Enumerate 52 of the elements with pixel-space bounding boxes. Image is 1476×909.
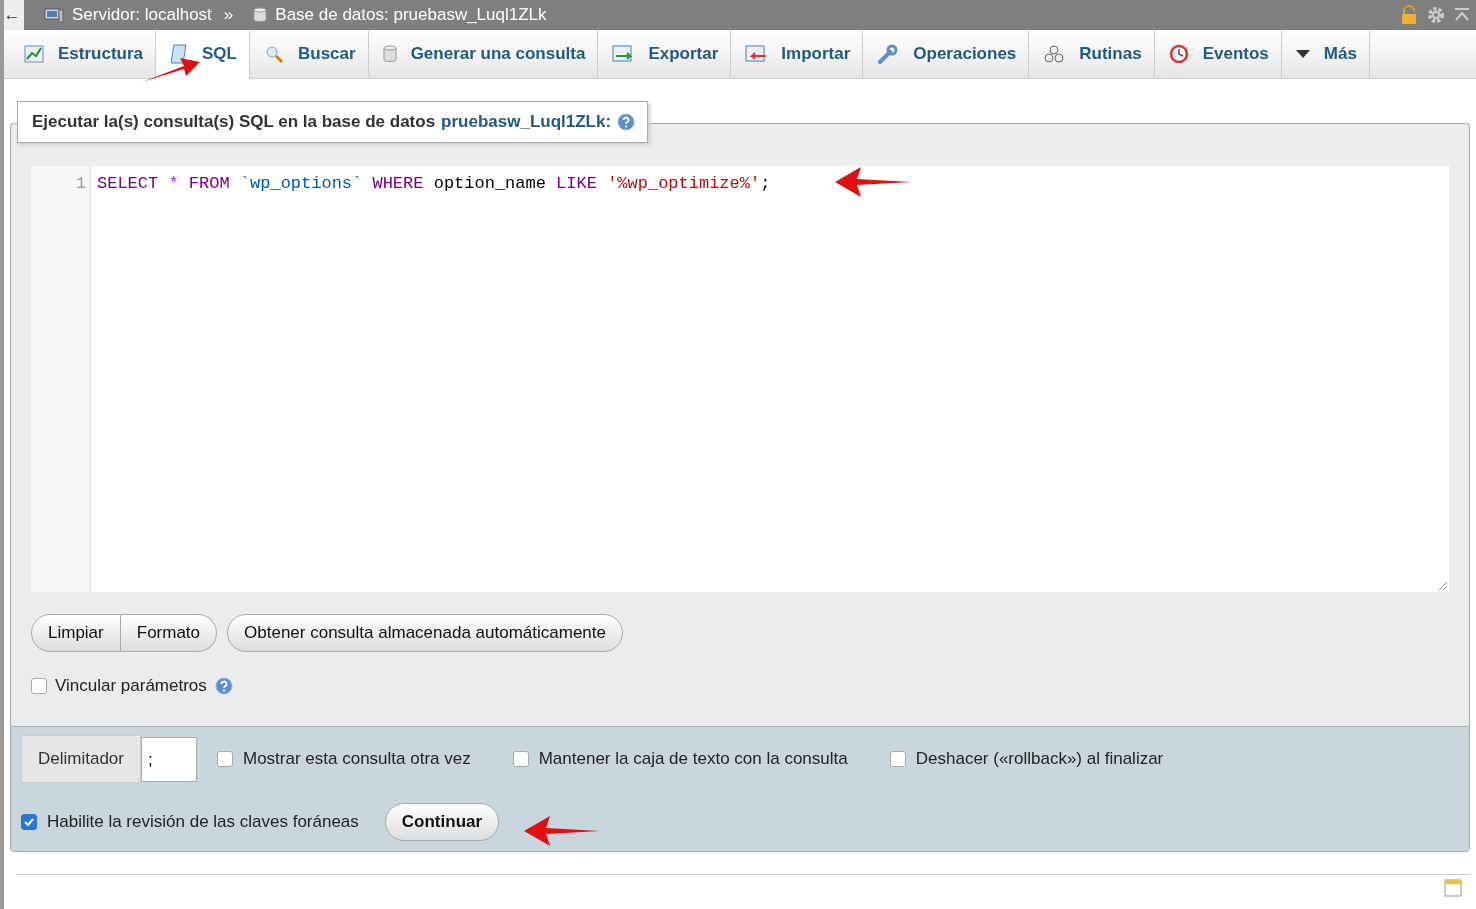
line-number: 1 bbox=[75, 174, 86, 193]
nav-tab[interactable]: Eventos bbox=[1154, 30, 1282, 78]
resize-grip-icon[interactable] bbox=[1439, 582, 1447, 590]
checkbox-label: Habilite la revisión de las claves foráneas bbox=[47, 812, 359, 832]
checkbox[interactable] bbox=[512, 751, 529, 767]
back-button[interactable]: ← bbox=[4, 0, 24, 30]
nav-tab[interactable]: SQL bbox=[156, 30, 250, 79]
scroll-icon bbox=[170, 44, 189, 64]
cylinder-icon bbox=[382, 45, 397, 63]
server-link[interactable]: Servidor: localhost bbox=[72, 5, 212, 25]
export-icon bbox=[612, 45, 635, 63]
help-icon[interactable] bbox=[617, 113, 636, 131]
clock-icon bbox=[1168, 44, 1189, 64]
lock-icon[interactable] bbox=[1400, 5, 1418, 25]
editor-button[interactable]: Formato bbox=[120, 614, 218, 652]
nav-tab[interactable]: Importar bbox=[731, 30, 864, 78]
checkbox-label: Mantener la caja de texto con la consulta bbox=[538, 749, 848, 769]
help-icon[interactable] bbox=[214, 677, 233, 695]
editor-button[interactable]: Limpiar bbox=[31, 614, 121, 652]
magnifier-icon bbox=[264, 44, 284, 64]
database-link[interactable]: Base de datos: pruebasw_Luql1ZLk bbox=[275, 5, 547, 25]
checkbox[interactable] bbox=[31, 678, 47, 694]
wrench-icon bbox=[877, 44, 900, 64]
checkbox-label: Vincular parámetros bbox=[55, 676, 207, 696]
breadcrumb-separator: » bbox=[223, 5, 234, 25]
structure-icon bbox=[24, 45, 44, 63]
sql-code: SELECT * FROM `wp_options` WHERE option_name LIKE '%wp_optimize%'; bbox=[96, 173, 772, 195]
nav-tab[interactable]: Rutinas bbox=[1029, 30, 1155, 78]
delimiter-label: Delimitador bbox=[21, 735, 141, 783]
nav-tab[interactable]: Buscar bbox=[250, 30, 369, 78]
import-icon bbox=[745, 45, 768, 63]
nav-tab[interactable]: Exportar bbox=[598, 30, 732, 78]
collapse-icon[interactable] bbox=[1454, 7, 1470, 23]
continue-button[interactable]: Continuar bbox=[384, 803, 500, 841]
checkbox[interactable] bbox=[21, 814, 37, 830]
checkbox-label: Mostrar esta consulta otra vez bbox=[243, 749, 471, 769]
database-icon bbox=[253, 7, 268, 23]
sql-editor[interactable]: 1 SELECT * FROM `wp_options` WHERE option_name LIKE '%wp_optimize%'; bbox=[31, 166, 1449, 592]
delimiter-field[interactable]: ; bbox=[141, 736, 197, 782]
computer-icon bbox=[44, 7, 64, 23]
settings-icon[interactable] bbox=[1426, 5, 1446, 25]
nav-tab[interactable]: Más bbox=[1281, 30, 1370, 78]
window-icon[interactable] bbox=[1444, 879, 1462, 897]
nav-tab[interactable]: Operaciones bbox=[863, 30, 1030, 78]
caret-icon bbox=[1295, 50, 1310, 58]
checkbox[interactable] bbox=[217, 751, 233, 767]
checkbox-label: Deshacer («rollback») al finalizar bbox=[915, 749, 1164, 769]
auto-query-button[interactable]: Obtener consulta almacenada automáticamente bbox=[227, 614, 623, 652]
nav-tab[interactable]: Generar una consulta bbox=[368, 30, 599, 78]
database-link[interactable]: pruebasw_Luql1ZLk: bbox=[441, 112, 612, 132]
legend-text: Ejecutar la(s) consulta(s) SQL en la base de datos bbox=[32, 112, 436, 132]
checkbox[interactable] bbox=[889, 751, 906, 767]
